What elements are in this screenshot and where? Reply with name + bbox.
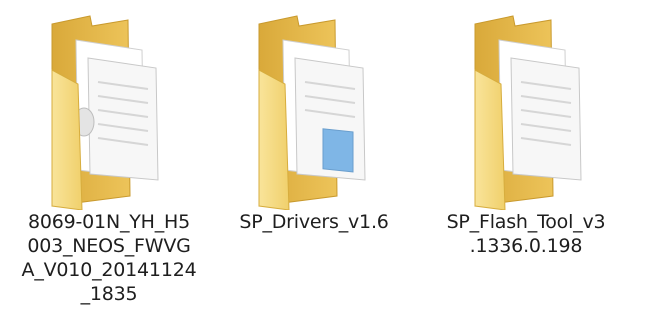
folder-view: 8069-01N_YH_H5 003_NEOS_FWVG A_V010_2014… <box>0 0 657 333</box>
folder-name: 8069-01N_YH_H5 003_NEOS_FWVG A_V010_2014… <box>21 211 197 305</box>
folder-icon <box>258 15 366 210</box>
folder-item[interactable]: SP_Flash_Tool_v3 .1336.0.198 <box>427 0 633 333</box>
folder-name: SP_Drivers_v1.6 <box>239 211 389 233</box>
folder-item[interactable]: 8069-01N_YH_H5 003_NEOS_FWVG A_V010_2014… <box>6 0 212 333</box>
folder-icon <box>474 15 582 210</box>
folder-name: SP_Flash_Tool_v3 .1336.0.198 <box>446 211 606 257</box>
folder-item[interactable]: SP_Drivers_v1.6 <box>211 0 417 333</box>
folder-icon <box>51 15 159 210</box>
